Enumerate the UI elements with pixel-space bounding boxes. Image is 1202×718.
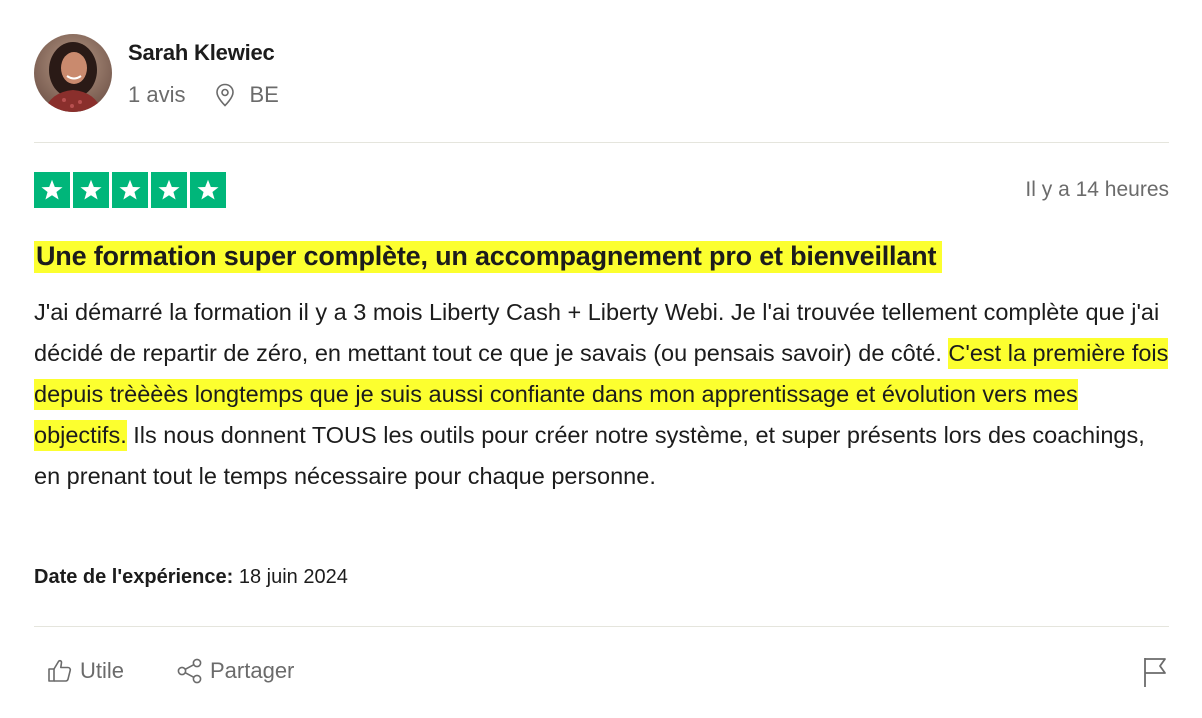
- reviewer-name[interactable]: Sarah Klewiec: [128, 40, 279, 66]
- review-title-text: Une formation super complète, un accompa…: [34, 241, 943, 273]
- thumbs-up-icon: [48, 659, 72, 682]
- useful-button[interactable]: Utile: [46, 658, 124, 684]
- share-label: Partager: [210, 658, 295, 683]
- experience-date-label: Date de l'expérience:: [34, 566, 234, 588]
- share-icon: [177, 658, 202, 684]
- star-icon: [34, 172, 70, 208]
- star-rating: [34, 172, 226, 208]
- experience-date: Date de l'expérience: 18 juin 2024: [34, 566, 348, 589]
- divider: [34, 142, 1169, 143]
- star-icon: [151, 172, 187, 208]
- review-count: 1 avis: [128, 82, 186, 107]
- review-card: Sarah Klewiec 1 avis BE Il y a 14 heures…: [34, 0, 1169, 718]
- star-icon: [73, 172, 109, 208]
- divider: [34, 626, 1169, 627]
- reviewer-header: Sarah Klewiec 1 avis BE: [34, 34, 279, 114]
- star-icon: [190, 172, 226, 208]
- review-title[interactable]: Une formation super complète, un accompa…: [34, 236, 943, 276]
- review-body: J'ai démarré la formation il y a 3 mois …: [34, 292, 1169, 497]
- report-flag-icon[interactable]: [1142, 656, 1168, 693]
- reviewer-meta: 1 avis BE: [128, 82, 279, 108]
- share-button[interactable]: Partager: [176, 658, 294, 684]
- avatar[interactable]: [34, 34, 112, 112]
- reviewer-country: BE: [249, 82, 279, 107]
- star-icon: [112, 172, 148, 208]
- useful-label: Utile: [80, 658, 125, 683]
- experience-date-value: 18 juin 2024: [238, 566, 348, 588]
- location-pin-icon: [215, 83, 235, 107]
- reviewer-info: Sarah Klewiec 1 avis BE: [128, 34, 279, 108]
- review-posted-time: Il y a 14 heures: [1025, 178, 1169, 201]
- review-body-text-end: Ils nous donnent TOUS les outils pour cr…: [34, 422, 1145, 489]
